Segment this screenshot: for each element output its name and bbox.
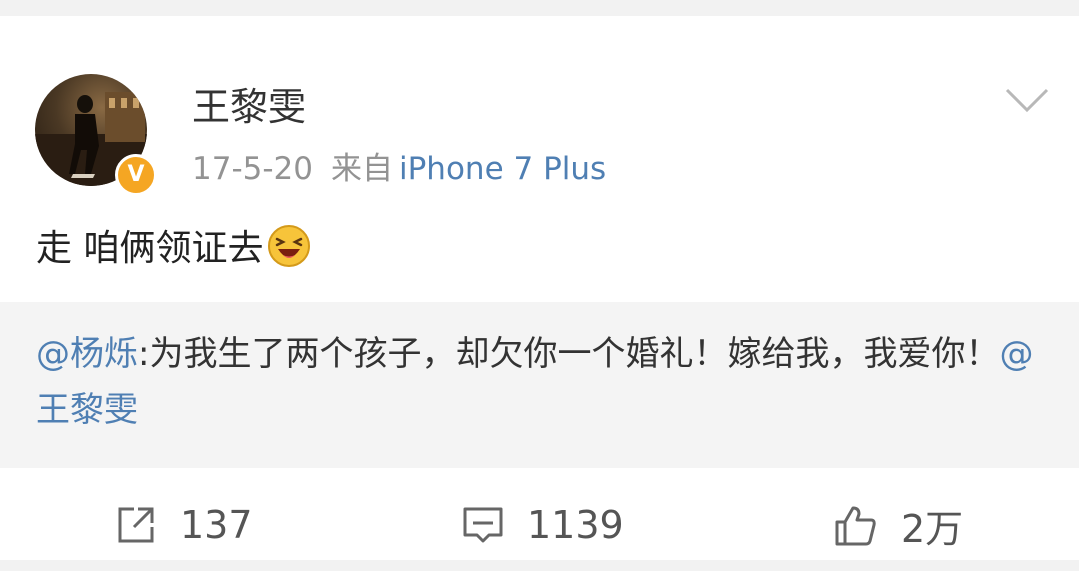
comment-button[interactable]: 1139 [461, 500, 624, 550]
weibo-post-card: V 王黎雯 17-5-20 来自 iPhone 7 Plus 走 咱俩领证去 @杨烁… [0, 16, 1079, 560]
source-device-link[interactable]: iPhone 7 Plus [399, 151, 606, 187]
laughing-emoji-icon [267, 224, 311, 282]
share-icon [118, 507, 154, 543]
repost-block[interactable]: @杨烁:为我生了两个孩子，却欠你一个婚礼！嫁给我，我爱你！@王黎雯 [0, 302, 1079, 468]
like-button[interactable]: 2万 [833, 500, 964, 551]
action-bar: 137 1139 2万 [0, 482, 1079, 568]
chevron-down-icon[interactable] [1004, 86, 1050, 116]
post-content: 走 咱俩领证去 [36, 224, 311, 282]
source-label: 来自 [331, 151, 393, 187]
repost-text: :为我生了两个孩子，却欠你一个婚礼！嫁给我，我爱你！ [138, 334, 1000, 374]
thumbs-up-icon [835, 506, 876, 546]
share-button[interactable]: 137 [114, 500, 253, 550]
post-meta: 17-5-20 来自 iPhone 7 Plus [192, 148, 606, 190]
repost-text-block: @杨烁:为我生了两个孩子，却欠你一个婚礼！嫁给我，我爱你！@王黎雯 [36, 326, 1036, 438]
post-text: 走 咱俩领证去 [36, 228, 264, 269]
username[interactable]: 王黎雯 [192, 82, 306, 132]
verified-badge-icon: V [115, 154, 157, 196]
post-date: 17-5-20 [192, 151, 313, 187]
like-count: 2万 [901, 506, 964, 551]
mention-link[interactable]: @杨烁 [36, 334, 138, 374]
comment-count: 1139 [527, 503, 624, 547]
comment-icon [463, 507, 503, 543]
share-count: 137 [180, 503, 253, 547]
